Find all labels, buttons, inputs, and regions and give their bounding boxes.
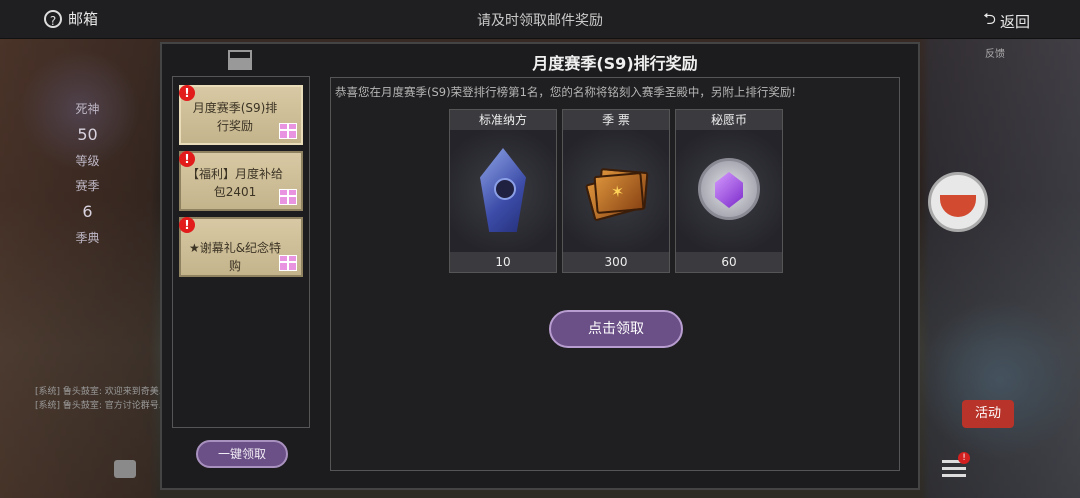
mail-body-text: 恭喜您在月度赛季(S9)荣登排行榜第1名，您的名称将铭刻入赛季圣殿中，另附上排行… — [335, 85, 797, 99]
mail-list-item[interactable]: 【福利】月度补给包2401 ! — [179, 151, 303, 211]
gift-icon — [279, 189, 297, 205]
mascot-icon — [940, 195, 976, 217]
back-arrow-icon: ⮌ — [983, 9, 996, 28]
reward-item[interactable]: 季 票 300 — [562, 109, 670, 273]
background-chat-log: [系统] 鲁头鼓室: 欢迎来到奇美... [系统] 鲁头鼓室: 官方讨论群号..… — [35, 385, 167, 413]
mail-item-title: ★谢幕礼&纪念特购 — [188, 241, 282, 273]
unread-badge: ! — [179, 217, 195, 233]
claim-reminder-text: 请及时领取邮件奖励 — [477, 13, 603, 29]
unread-badge: ! — [179, 85, 195, 101]
season-ticket-icon — [584, 164, 649, 222]
gift-icon — [279, 123, 297, 139]
reward-name: 季 票 — [563, 110, 669, 130]
mail-list-item[interactable]: ★谢幕礼&纪念特购 ! — [179, 217, 303, 277]
menu-notification-badge: ! — [958, 452, 970, 464]
chat-icon[interactable] — [114, 460, 136, 478]
mail-list: 月度赛季(S9)排行奖励 ! 【福利】月度补给包2401 ! ★谢幕礼&纪念特购… — [172, 76, 310, 428]
reward-item[interactable]: 秘愿币 60 — [675, 109, 783, 273]
reward-quantity: 60 — [676, 252, 782, 272]
bg-label-2: 等级 — [75, 154, 100, 168]
mail-title: 月度赛季(S9)排行奖励 — [532, 54, 698, 73]
reward-quantity: 10 — [450, 252, 556, 272]
claim-all-button[interactable]: 一键领取 — [196, 440, 288, 468]
chat-line: [系统] 鲁头鼓室: 官方讨论群号... — [35, 401, 168, 411]
bg-level-number: 50 — [77, 125, 98, 144]
mail-item-title: 月度赛季(S9)排行奖励 — [192, 101, 278, 133]
reward-name: 标准纳方 — [450, 110, 556, 130]
bg-label-4: 季典 — [75, 231, 100, 245]
wish-coin-icon — [698, 158, 760, 220]
blue-crystal-icon — [480, 148, 526, 232]
claim-button[interactable]: 点击领取 — [549, 310, 683, 348]
mail-detail: 恭喜您在月度赛季(S9)荣登排行榜第1名，您的名称将铭刻入赛季圣殿中，另附上排行… — [330, 77, 900, 471]
background-player-info: 死神 50 等级 赛季 6 季典 — [60, 100, 115, 254]
gift-icon — [279, 255, 297, 271]
bg-season-number: 6 — [82, 202, 93, 221]
reward-item[interactable]: 标准纳方 10 — [449, 109, 557, 273]
reward-name: 秘愿币 — [676, 110, 782, 130]
mail-panel: 月度赛季(S9)排行奖励 ! 【福利】月度补给包2401 ! ★谢幕礼&纪念特购… — [160, 42, 920, 490]
back-label: 返回 — [999, 13, 1030, 31]
bg-label-1: 死神 — [75, 102, 100, 116]
back-button[interactable]: ⮌ 返回 — [983, 8, 1030, 35]
feedback-button[interactable]: 反馈 — [985, 45, 1005, 60]
activity-button[interactable]: 活动 — [962, 400, 1014, 428]
bg-label-3: 赛季 — [75, 179, 100, 193]
floating-mascot-button[interactable] — [928, 172, 988, 232]
mailbox-icon — [228, 50, 252, 72]
chat-line: [系统] 鲁头鼓室: 欢迎来到奇美... — [35, 387, 168, 397]
top-bar: ? 邮箱 请及时领取邮件奖励 ⮌ 返回 — [0, 0, 1080, 39]
mail-list-item[interactable]: 月度赛季(S9)排行奖励 ! — [179, 85, 303, 145]
mail-item-title: 【福利】月度补给包2401 — [187, 167, 284, 199]
reward-quantity: 300 — [563, 252, 669, 272]
unread-badge: ! — [179, 151, 195, 167]
